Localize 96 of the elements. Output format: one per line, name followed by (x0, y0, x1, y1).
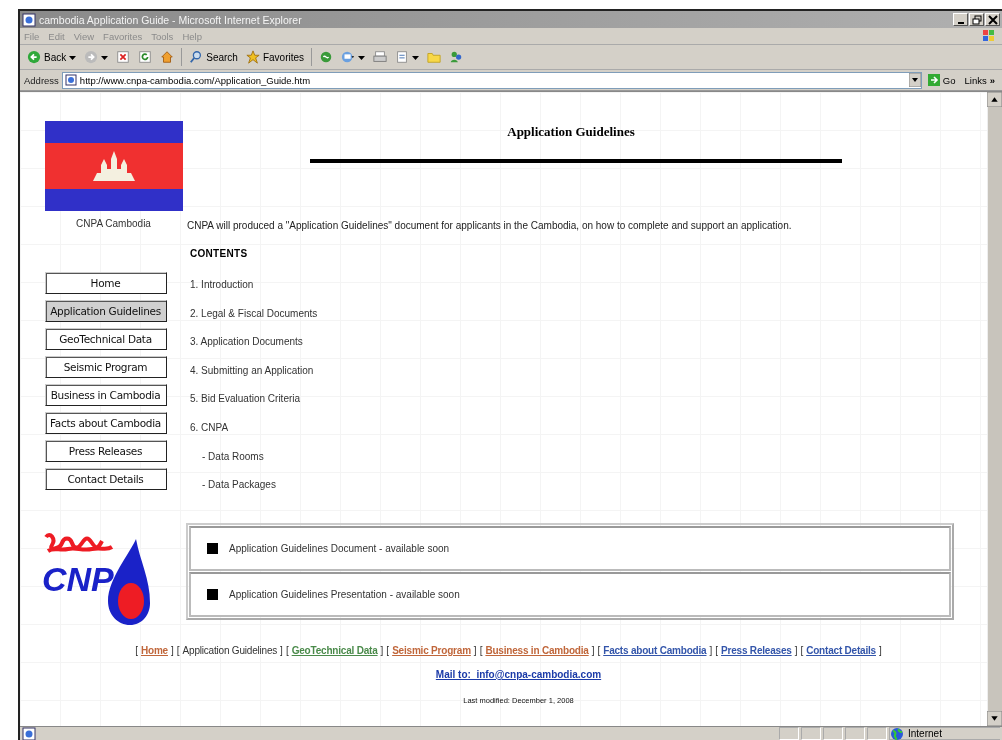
bracket-text: ] (380, 644, 384, 656)
caret-icon (69, 53, 77, 61)
cnpa-logo-drawing: CNP (37, 528, 168, 629)
close-button[interactable] (985, 13, 1000, 26)
contents-item: - Data Rooms (201, 449, 265, 464)
caret-icon (101, 53, 109, 61)
nav-button[interactable]: Press Releases (44, 440, 167, 462)
minimize-button[interactable] (953, 13, 968, 26)
footer-link[interactable]: Press Releases (721, 644, 792, 656)
back-arrow-icon (27, 50, 41, 64)
people-icon (449, 50, 464, 64)
page-icon (64, 74, 77, 86)
folder-icon (427, 50, 442, 64)
bracket-text: ] (473, 644, 477, 656)
refresh-icon (138, 50, 153, 64)
close-icon (987, 14, 998, 25)
contents-item: 3. Application Documents (189, 335, 304, 350)
status-pane (779, 727, 799, 740)
caret-icon (358, 53, 366, 61)
contents-heading: CONTENTS (189, 248, 249, 259)
house-icon (160, 50, 175, 64)
scroll-up-icon[interactable] (987, 92, 1002, 107)
bracket-text: ] (591, 644, 595, 656)
stop-icon (116, 50, 131, 64)
caret-icon (412, 53, 420, 61)
page-icon (22, 12, 36, 27)
globe-icon (890, 726, 904, 740)
footer-link[interactable]: Seismic Program (392, 644, 471, 656)
bracket-text: [ (715, 644, 719, 656)
go-arrow-icon (927, 74, 940, 86)
media-icon (319, 50, 334, 64)
search-button[interactable]: Search (186, 49, 241, 65)
contents-item: 6. CNPA (189, 420, 230, 435)
address-field[interactable]: http://www.cnpa-cambodia.com/Application_Guide.htm (61, 71, 922, 89)
printer-icon (373, 50, 388, 64)
star-icon (245, 50, 260, 64)
restore-button[interactable] (969, 13, 984, 26)
document-icon (395, 50, 410, 64)
contents-item: 4. Submitting an Application (189, 363, 315, 378)
window-title: cambodia Application Guide - Microsoft Internet Explorer (39, 13, 303, 26)
bracket-text: [ (386, 644, 390, 656)
footer-link[interactable]: Home (141, 644, 168, 656)
contents-item: 1. Introduction (189, 278, 255, 292)
bracket-text: [ (800, 644, 804, 656)
download-item: Application Guidelines Presentation - available soon (229, 588, 460, 600)
contents-item: - Data Packages (201, 478, 277, 493)
status-pane (823, 727, 843, 740)
bracket-text: [ (135, 644, 138, 656)
bracket-text: [ (285, 644, 289, 656)
scroll-down-icon[interactable] (987, 711, 1002, 726)
flag-caption: CNPA Cambodia (76, 218, 151, 229)
address-label: Address (24, 74, 59, 86)
back-button[interactable]: Back (24, 49, 80, 65)
mail-icon (341, 50, 356, 64)
square-bullet-icon (207, 588, 218, 600)
status-pane (845, 727, 865, 740)
footer-link[interactable]: Facts about Cambodia (603, 644, 707, 656)
square-bullet-icon (207, 542, 218, 554)
footer-link[interactable]: Business in Cambodia (485, 644, 589, 656)
contents-item: 2. Legal & Fiscal Documents (189, 306, 319, 321)
bracket-text: ] (709, 644, 713, 656)
contents-item: 5. Bid Evaluation Criteria (189, 392, 302, 407)
minimize-icon (957, 21, 964, 24)
bracket-text: ] (171, 644, 174, 656)
nav-button[interactable]: Contact Details (44, 468, 167, 490)
mail-link[interactable]: Mail to: info@cnpa-cambodia.com (435, 668, 602, 680)
nav-button[interactable]: GeoTechnical Data (44, 328, 167, 350)
status-pane (867, 727, 887, 740)
nav-button[interactable]: Application Guidelines (44, 300, 167, 322)
current-page-text: Application Guidelines (182, 644, 278, 656)
nav-button[interactable]: Business in Cambodia (44, 384, 167, 406)
bracket-text: ] (794, 644, 798, 656)
nav-button[interactable]: Home (44, 272, 167, 294)
go-button[interactable]: Go (924, 74, 959, 86)
bracket-text: ] (280, 644, 283, 656)
search-icon (189, 50, 204, 64)
favorites-button[interactable]: Favorites (242, 49, 308, 65)
links-button[interactable]: Links » (961, 74, 998, 86)
restore-icon (971, 14, 982, 25)
dropdown-arrow-icon[interactable] (908, 73, 921, 87)
nav-button[interactable]: Seismic Program (44, 356, 167, 378)
intro-paragraph: CNPA will produced a "Application Guidelines" document for applicants in the Cambodia, on how to complete and support an application. (186, 220, 793, 231)
footer-link[interactable]: GeoTechnical Data (291, 644, 378, 656)
windows-logo-icon (982, 29, 996, 43)
bracket-text: [ (176, 644, 180, 656)
footer-link[interactable]: Contact Details (806, 644, 876, 656)
status-pane (801, 727, 821, 740)
vertical-scrollbar[interactable] (987, 92, 1002, 726)
bracket-text: ] (879, 644, 882, 656)
nav-button[interactable]: Facts about Cambodia (44, 412, 167, 434)
download-item: Application Guidelines Document - available soon (229, 542, 450, 554)
forward-arrow-icon (84, 50, 99, 64)
zone-label: Internet (908, 728, 942, 739)
page-title: Application Guidelines (506, 124, 636, 140)
bracket-text: [ (597, 644, 601, 656)
bracket-text: [ (479, 644, 483, 656)
